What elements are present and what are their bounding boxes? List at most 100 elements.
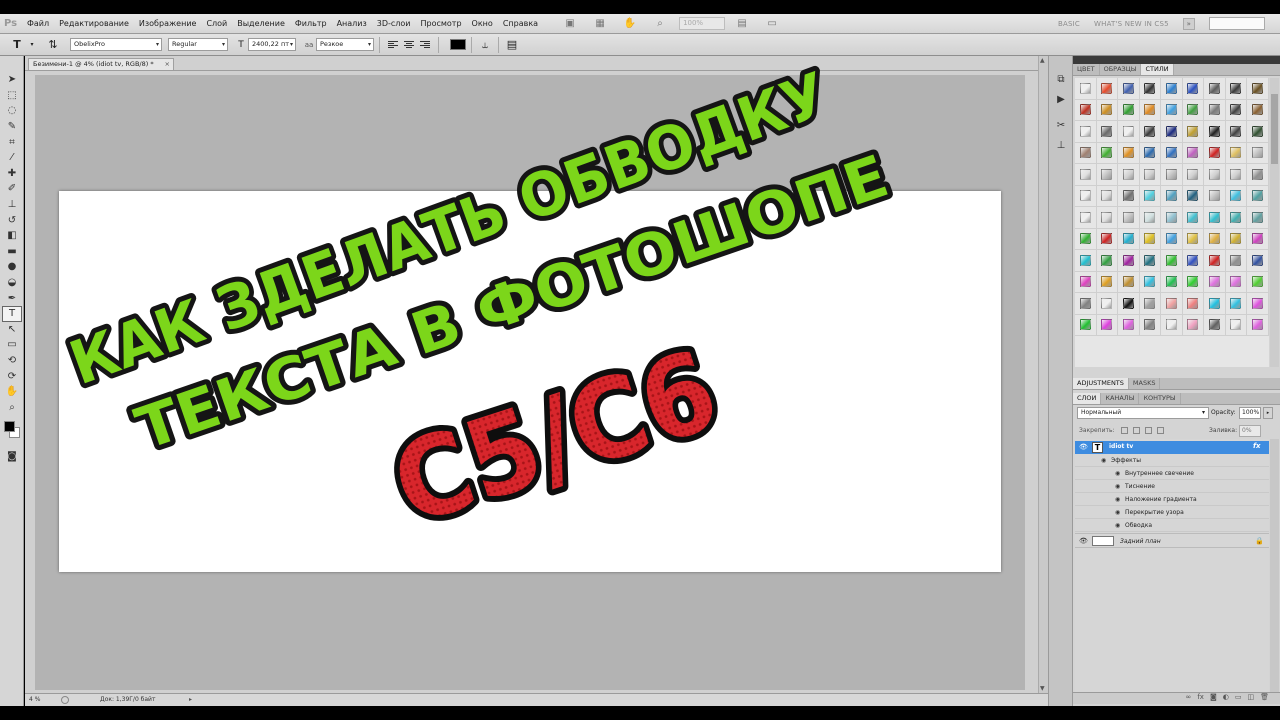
style-swatch[interactable] (1182, 250, 1204, 272)
tab-paths[interactable]: КОНТУРЫ (1139, 393, 1181, 404)
pen-tool-icon[interactable]: ✒ (2, 290, 22, 306)
style-swatch[interactable] (1118, 99, 1140, 121)
style-swatch[interactable] (1182, 164, 1204, 186)
scroll-down-icon[interactable]: ▼ (1040, 685, 1045, 692)
style-swatch[interactable] (1075, 207, 1097, 229)
quick-mask-icon[interactable]: ◙ (2, 449, 22, 465)
tab-masks[interactable]: MASKS (1129, 378, 1161, 389)
style-swatch[interactable] (1247, 228, 1269, 250)
align-right-button[interactable] (419, 39, 433, 51)
menu-help[interactable]: Справка (498, 19, 543, 28)
path-select-tool-icon[interactable]: ↖ (2, 322, 22, 338)
actions-panel-icon[interactable]: ▶ (1051, 90, 1071, 108)
style-swatch[interactable] (1118, 293, 1140, 315)
scroll-thumb[interactable] (1271, 94, 1278, 164)
tab-adjustments[interactable]: ADJUSTMENTS (1073, 378, 1129, 389)
style-swatch[interactable] (1247, 121, 1269, 143)
menu-3d[interactable]: 3D-слои (372, 19, 416, 28)
foreground-color[interactable] (4, 421, 15, 433)
style-swatch[interactable] (1225, 250, 1247, 272)
quick-select-tool-icon[interactable]: ✎ (2, 119, 22, 135)
style-swatch[interactable] (1139, 99, 1161, 121)
status-menu-arrow[interactable]: ▸ (189, 694, 192, 706)
crop-tool-icon[interactable]: ⌗ (2, 134, 22, 150)
style-swatch[interactable] (1247, 250, 1269, 272)
font-style-select[interactable]: Regular ▾ (168, 38, 228, 51)
align-center-button[interactable] (403, 39, 417, 51)
text-tool-preset-icon[interactable]: T (6, 37, 28, 53)
lasso-tool-icon[interactable]: ◌ (2, 103, 22, 119)
style-swatch[interactable] (1118, 207, 1140, 229)
3d-rotate-tool-icon[interactable]: ⟲ (2, 353, 22, 369)
delete-layer-icon[interactable]: 🗑 (1260, 693, 1269, 704)
style-swatch[interactable] (1161, 99, 1183, 121)
layer-row-background[interactable]: 👁 Задний план 🔒 (1075, 533, 1269, 548)
style-swatch[interactable] (1139, 142, 1161, 164)
style-swatch[interactable] (1118, 78, 1140, 100)
style-swatch[interactable] (1075, 164, 1097, 186)
close-icon[interactable]: × (165, 59, 170, 70)
style-swatch[interactable] (1161, 271, 1183, 293)
style-swatch[interactable] (1118, 142, 1140, 164)
style-swatch[interactable] (1118, 271, 1140, 293)
style-swatch[interactable] (1096, 271, 1118, 293)
menu-select[interactable]: Выделение (232, 19, 290, 28)
tab-styles[interactable]: СТИЛИ (1141, 64, 1174, 75)
opacity-field[interactable]: 100% (1239, 407, 1261, 419)
tab-color[interactable]: ЦВЕТ (1073, 64, 1100, 75)
style-swatch[interactable] (1225, 185, 1247, 207)
screen-mode-icon[interactable]: ▭ (759, 17, 785, 31)
shape-tool-icon[interactable]: ▭ (2, 337, 22, 353)
dodge-tool-icon[interactable]: ◒ (2, 275, 22, 291)
font-size-field[interactable]: 2400,22 пт ▾ (248, 38, 296, 51)
style-swatch[interactable] (1247, 185, 1269, 207)
style-swatch[interactable] (1247, 99, 1269, 121)
style-swatch[interactable] (1118, 185, 1140, 207)
style-swatch[interactable] (1204, 314, 1226, 336)
style-swatch[interactable] (1204, 271, 1226, 293)
menu-file[interactable]: Файл (22, 19, 54, 28)
layer-row-text[interactable]: 👁 T idiot tv fx (1075, 441, 1269, 454)
preset-dropdown-icon[interactable]: ▾ (28, 37, 36, 53)
antialias-select[interactable]: Резкое ▾ (316, 38, 374, 51)
blur-tool-icon[interactable]: ● (2, 259, 22, 275)
style-swatch[interactable] (1161, 164, 1183, 186)
eye-icon[interactable]: ◉ (1115, 496, 1120, 503)
effects-row[interactable]: ◉ Эффекты (1075, 454, 1269, 467)
character-panel-icon[interactable]: ▤ (504, 37, 520, 53)
layers-scrollbar[interactable] (1270, 439, 1279, 701)
menu-view[interactable]: Просмотр (415, 19, 466, 28)
style-swatch[interactable] (1118, 121, 1140, 143)
menu-window[interactable]: Окно (467, 19, 498, 28)
style-swatch[interactable] (1075, 185, 1097, 207)
eye-icon[interactable]: ◉ (1115, 483, 1120, 490)
style-swatch[interactable] (1225, 207, 1247, 229)
hand-tool-icon[interactable]: ✋ (2, 384, 22, 400)
history-brush-tool-icon[interactable]: ↺ (2, 212, 22, 228)
tools-preset-icon[interactable]: ✂ (1051, 116, 1071, 134)
eye-icon[interactable]: ◉ (1115, 522, 1120, 529)
style-swatch[interactable] (1204, 228, 1226, 250)
eraser-tool-icon[interactable]: ◧ (2, 228, 22, 244)
eye-icon[interactable]: ◉ (1115, 509, 1120, 516)
style-swatch[interactable] (1182, 185, 1204, 207)
menu-filter[interactable]: Фильтр (290, 19, 332, 28)
scroll-up-icon[interactable]: ▲ (1040, 57, 1045, 64)
style-swatch[interactable] (1247, 271, 1269, 293)
type-tool-icon[interactable]: T (2, 305, 22, 322)
3d-orbit-tool-icon[interactable]: ⟳ (2, 368, 22, 384)
marquee-tool-icon[interactable]: ⬚ (2, 88, 22, 104)
font-family-select[interactable]: ObelixPro ▾ (70, 38, 162, 51)
status-zoom[interactable]: 4 % (29, 694, 59, 706)
text-color-swatch[interactable] (450, 39, 466, 50)
lock-transparency-icon[interactable] (1121, 427, 1128, 434)
menu-analysis[interactable]: Анализ (332, 19, 372, 28)
style-swatch[interactable] (1118, 250, 1140, 272)
style-swatch[interactable] (1247, 314, 1269, 336)
brush-tool-icon[interactable]: ✐ (2, 181, 22, 197)
document-tab[interactable]: Безимени-1 @ 4% (idiot tv, RGB/8) * × (28, 58, 174, 70)
zoom-level-field[interactable]: 100% (679, 17, 726, 30)
effect-row[interactable]: ◉ Перекрытие узора (1075, 506, 1269, 519)
menu-edit[interactable]: Редактирование (54, 19, 134, 28)
workspace-basic-button[interactable]: BASIC (1058, 20, 1080, 28)
